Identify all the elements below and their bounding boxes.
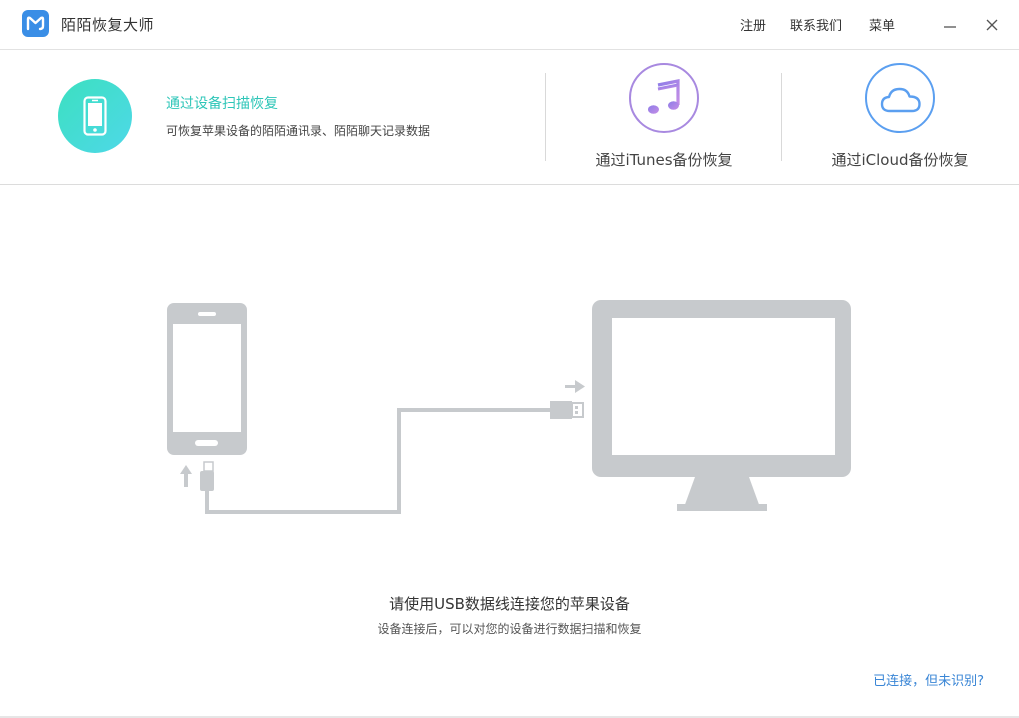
menu-link[interactable]: 菜单 — [869, 15, 895, 34]
icloud-badge — [865, 63, 935, 133]
connected-not-recognized-link[interactable]: 已连接，但未识别? — [873, 670, 984, 689]
title-bar: 陌陌恢复大师 注册 联系我们 菜单 — [0, 0, 1019, 50]
arrow-up-icon — [180, 465, 192, 487]
usb-connection-illustration — [167, 300, 851, 514]
connect-instruction-subtitle: 设备连接后，可以对您的设备进行数据扫描和恢复 — [377, 622, 642, 636]
usb-cable — [205, 408, 550, 514]
device-scan-description: 可恢复苹果设备的陌陌通讯录、陌陌聊天记录数据 — [166, 124, 431, 138]
phone-icon — [83, 96, 107, 136]
itunes-label: 通过iTunes备份恢复 — [595, 151, 733, 169]
device-scan-badge — [58, 79, 132, 153]
icloud-label: 通过iCloud备份恢复 — [831, 151, 969, 169]
app-title: 陌陌恢复大师 — [61, 16, 155, 34]
arrow-right-icon — [565, 380, 585, 393]
monitor-illustration — [592, 300, 851, 511]
phone-illustration — [167, 303, 247, 455]
divider — [545, 73, 546, 161]
music-note-icon — [648, 79, 680, 114]
cloud-icon — [880, 87, 921, 113]
itunes-badge — [629, 63, 699, 133]
recovery-mode-bar: 通过设备扫描恢复 可恢复苹果设备的陌陌通讯录、陌陌聊天记录数据 通过iTunes… — [0, 50, 1019, 185]
momo-logo-icon — [22, 10, 49, 37]
minimize-icon[interactable] — [940, 14, 960, 34]
register-link[interactable]: 注册 — [740, 15, 766, 34]
close-icon[interactable] — [982, 14, 1002, 34]
contact-link[interactable]: 联系我们 — [790, 15, 842, 34]
usb-plug-icon — [550, 401, 584, 419]
divider — [781, 73, 782, 161]
connect-instruction-title: 请使用USB数据线连接您的苹果设备 — [389, 595, 630, 613]
device-scan-title: 通过设备扫描恢复 — [166, 96, 278, 112]
lightning-plug-icon — [200, 461, 214, 491]
